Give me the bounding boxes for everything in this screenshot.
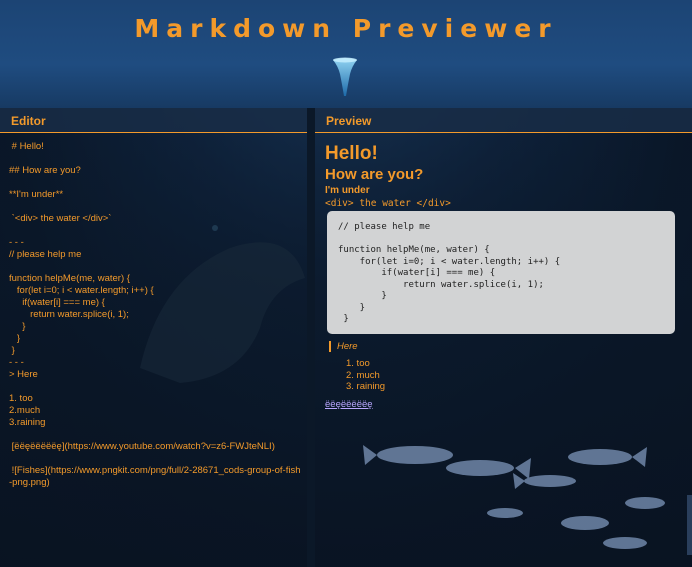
editor-label: Editor — [11, 114, 46, 128]
pane-divider[interactable] — [307, 108, 315, 567]
editor-titlebar: Editor — [0, 108, 307, 133]
list-item: 1. too — [346, 358, 370, 369]
list-item: 3. raining — [346, 381, 386, 392]
fishes-image — [363, 445, 665, 549]
preview-pane: Preview Hello! How are you? I'm under <d… — [315, 108, 692, 567]
preview-heading-1: Hello! — [325, 143, 378, 164]
preview-link[interactable]: ëëęëëëëëę — [325, 399, 373, 410]
preview-label: Preview — [326, 114, 372, 128]
preview-bold-text: I'm under — [325, 185, 370, 196]
editor-textarea[interactable]: # Hello! ## How are you? **I'm under** `… — [9, 141, 301, 489]
preview-heading-2: How are you? — [325, 166, 424, 183]
list-item: 2. much — [346, 369, 380, 381]
editor-pane: Editor # Hello! ## How are you? **I'm un… — [0, 108, 307, 567]
preview-blockquote: Here — [329, 341, 358, 352]
preview-scrollbar-thumb[interactable] — [687, 495, 692, 555]
preview-code-block: // please help me function helpMe(me, wa… — [327, 211, 675, 334]
header: Markdown Previewer — [0, 0, 692, 108]
app-title: Markdown Previewer — [134, 14, 558, 43]
preview-inline-code: <div> the water </div> — [325, 198, 451, 209]
preview-ordered-list: 1. too 2. much 3. raining — [346, 358, 385, 393]
code-block-text: // please help me function helpMe(me, wa… — [338, 222, 561, 324]
preview-titlebar: Preview — [315, 108, 692, 133]
water-tornado-logo-icon — [333, 57, 357, 96]
